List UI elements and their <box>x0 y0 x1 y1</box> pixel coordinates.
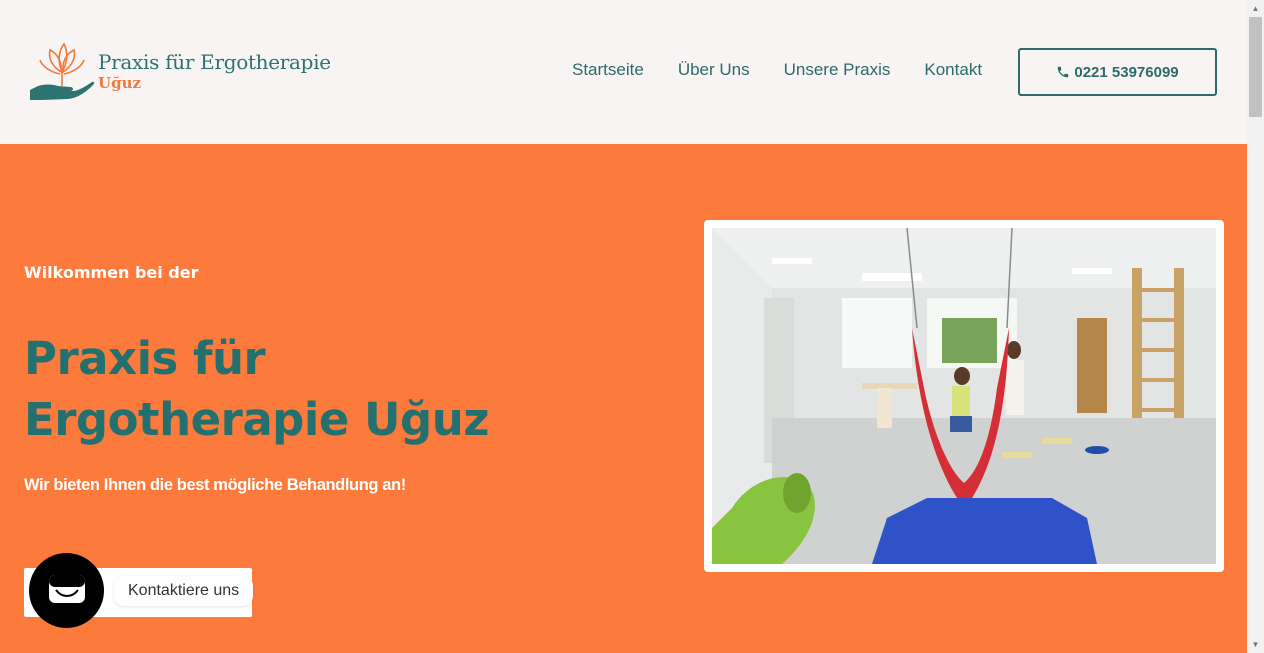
nav-item-unsere-praxis[interactable]: Unsere Praxis <box>784 60 891 80</box>
page: Praxis für Ergotherapie Uğuz Startseite … <box>0 0 1264 653</box>
site-header: Praxis für Ergotherapie Uğuz Startseite … <box>0 0 1247 144</box>
hero-welcome: Wilkommen bei der <box>24 263 199 282</box>
scroll-down-icon[interactable]: ▼ <box>1247 636 1264 653</box>
logo-subtitle: Uğuz <box>98 74 141 92</box>
logo-title: Praxis für Ergotherapie <box>98 50 331 74</box>
hero-photo-frame <box>704 220 1224 572</box>
nav-item-startseite[interactable]: Startseite <box>572 60 644 80</box>
main-nav: Startseite Über Uns Unsere Praxis Kontak… <box>572 60 982 80</box>
chat-icon <box>48 574 85 603</box>
therapy-room-photo <box>712 228 1216 564</box>
chat-label[interactable]: Kontaktiere uns <box>114 576 254 606</box>
hand-flower-logo-icon <box>30 42 95 100</box>
site-logo[interactable]: Praxis für Ergotherapie Uğuz <box>28 36 338 106</box>
hero-subtitle: Wir bieten Ihnen die best mögliche Behan… <box>24 476 406 494</box>
phone-icon <box>1058 66 1069 78</box>
scroll-up-icon[interactable]: ▲ <box>1247 0 1264 17</box>
scrollbar[interactable]: ▲ ▼ <box>1247 0 1264 653</box>
nav-item-kontakt[interactable]: Kontakt <box>924 60 982 80</box>
phone-number: 0221 53976099 <box>1074 63 1179 81</box>
hero-title: Praxis für Ergotherapie Uğuz <box>24 332 490 446</box>
chat-button[interactable] <box>29 553 104 628</box>
scroll-thumb[interactable] <box>1249 17 1262 117</box>
nav-item-ueber-uns[interactable]: Über Uns <box>678 60 750 80</box>
phone-button[interactable]: 0221 53976099 <box>1018 48 1217 96</box>
